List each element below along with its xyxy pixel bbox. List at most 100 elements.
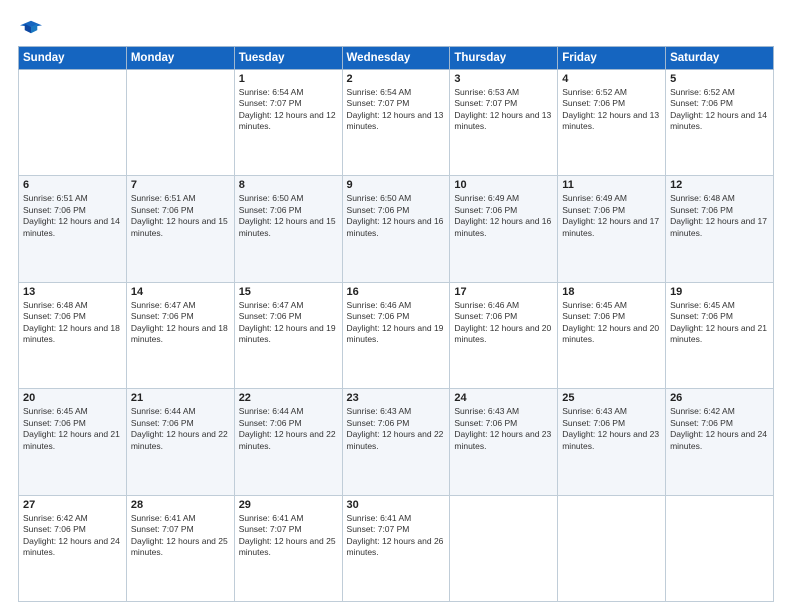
calendar-header-tuesday: Tuesday xyxy=(234,47,342,70)
day-number: 28 xyxy=(131,499,230,511)
day-number: 6 xyxy=(23,179,122,191)
calendar-cell: 29 Sunrise: 6:41 AM Sunset: 7:07 PM Dayli… xyxy=(234,495,342,601)
day-info: Sunrise: 6:43 AM Sunset: 7:06 PM Dayligh… xyxy=(562,406,661,452)
header xyxy=(18,18,774,36)
calendar-header-thursday: Thursday xyxy=(450,47,558,70)
calendar-header-wednesday: Wednesday xyxy=(342,47,450,70)
calendar-header-monday: Monday xyxy=(126,47,234,70)
calendar-cell: 26 Sunrise: 6:42 AM Sunset: 7:06 PM Dayli… xyxy=(666,389,774,495)
calendar-table: SundayMondayTuesdayWednesdayThursdayFrid… xyxy=(18,46,774,602)
calendar-cell: 11 Sunrise: 6:49 AM Sunset: 7:06 PM Dayli… xyxy=(558,176,666,282)
day-number: 9 xyxy=(347,179,446,191)
day-number: 24 xyxy=(454,392,553,404)
day-info: Sunrise: 6:42 AM Sunset: 7:06 PM Dayligh… xyxy=(23,513,122,559)
calendar-cell xyxy=(450,495,558,601)
day-number: 22 xyxy=(239,392,338,404)
day-number: 14 xyxy=(131,286,230,298)
calendar-cell: 24 Sunrise: 6:43 AM Sunset: 7:06 PM Dayli… xyxy=(450,389,558,495)
day-number: 12 xyxy=(670,179,769,191)
day-number: 8 xyxy=(239,179,338,191)
day-info: Sunrise: 6:42 AM Sunset: 7:06 PM Dayligh… xyxy=(670,406,769,452)
day-number: 13 xyxy=(23,286,122,298)
day-number: 21 xyxy=(131,392,230,404)
calendar-cell: 6 Sunrise: 6:51 AM Sunset: 7:06 PM Daylig… xyxy=(19,176,127,282)
calendar-cell xyxy=(126,70,234,176)
day-info: Sunrise: 6:52 AM Sunset: 7:06 PM Dayligh… xyxy=(562,87,661,133)
day-info: Sunrise: 6:45 AM Sunset: 7:06 PM Dayligh… xyxy=(670,300,769,346)
day-info: Sunrise: 6:48 AM Sunset: 7:06 PM Dayligh… xyxy=(23,300,122,346)
day-number: 7 xyxy=(131,179,230,191)
day-info: Sunrise: 6:50 AM Sunset: 7:06 PM Dayligh… xyxy=(347,193,446,239)
calendar-cell: 27Sunrise: 6:42 AM Sunset: 7:06 PM Dayli… xyxy=(19,495,127,601)
day-info: Sunrise: 6:53 AM Sunset: 7:07 PM Dayligh… xyxy=(454,87,553,133)
day-info: Sunrise: 6:45 AM Sunset: 7:06 PM Dayligh… xyxy=(562,300,661,346)
calendar-cell: 15 Sunrise: 6:47 AM Sunset: 7:06 PM Dayli… xyxy=(234,282,342,388)
day-number: 20 xyxy=(23,392,122,404)
calendar-header-friday: Friday xyxy=(558,47,666,70)
calendar-week-1: 1Sunrise: 6:54 AM Sunset: 7:07 PM Daylig… xyxy=(19,70,774,176)
day-number: 19 xyxy=(670,286,769,298)
calendar-cell: 28 Sunrise: 6:41 AM Sunset: 7:07 PM Dayli… xyxy=(126,495,234,601)
calendar-cell: 13 Sunrise: 6:48 AM Sunset: 7:06 PM Dayli… xyxy=(19,282,127,388)
calendar-header-row: SundayMondayTuesdayWednesdayThursdayFrid… xyxy=(19,47,774,70)
day-number: 17 xyxy=(454,286,553,298)
day-number: 4 xyxy=(562,73,661,85)
calendar-cell xyxy=(666,495,774,601)
calendar-cell: 20 Sunrise: 6:45 AM Sunset: 7:06 PM Dayli… xyxy=(19,389,127,495)
calendar-cell: 12 Sunrise: 6:48 AM Sunset: 7:06 PM Dayli… xyxy=(666,176,774,282)
day-info: Sunrise: 6:51 AM Sunset: 7:06 PM Dayligh… xyxy=(131,193,230,239)
day-number: 25 xyxy=(562,392,661,404)
calendar-cell: 25 Sunrise: 6:43 AM Sunset: 7:06 PM Dayli… xyxy=(558,389,666,495)
logo xyxy=(18,18,44,36)
day-info: Sunrise: 6:45 AM Sunset: 7:06 PM Dayligh… xyxy=(23,406,122,452)
day-number: 23 xyxy=(347,392,446,404)
calendar-cell: 8 Sunrise: 6:50 AM Sunset: 7:06 PM Daylig… xyxy=(234,176,342,282)
day-info: Sunrise: 6:43 AM Sunset: 7:06 PM Dayligh… xyxy=(347,406,446,452)
day-number: 29 xyxy=(239,499,338,511)
day-info: Sunrise: 6:48 AM Sunset: 7:06 PM Dayligh… xyxy=(670,193,769,239)
day-info: Sunrise: 6:50 AM Sunset: 7:06 PM Dayligh… xyxy=(239,193,338,239)
calendar-cell xyxy=(19,70,127,176)
calendar-cell: 4 Sunrise: 6:52 AM Sunset: 7:06 PM Daylig… xyxy=(558,70,666,176)
calendar-cell: 7 Sunrise: 6:51 AM Sunset: 7:06 PM Daylig… xyxy=(126,176,234,282)
day-info: Sunrise: 6:49 AM Sunset: 7:06 PM Dayligh… xyxy=(562,193,661,239)
day-info: Sunrise: 6:41 AM Sunset: 7:07 PM Dayligh… xyxy=(347,513,446,559)
day-number: 11 xyxy=(562,179,661,191)
day-info: Sunrise: 6:49 AM Sunset: 7:06 PM Dayligh… xyxy=(454,193,553,239)
day-info: Sunrise: 6:47 AM Sunset: 7:06 PM Dayligh… xyxy=(131,300,230,346)
calendar-week-4: 20 Sunrise: 6:45 AM Sunset: 7:06 PM Dayli… xyxy=(19,389,774,495)
calendar-cell: 23 Sunrise: 6:43 AM Sunset: 7:06 PM Dayli… xyxy=(342,389,450,495)
day-info: Sunrise: 6:41 AM Sunset: 7:07 PM Dayligh… xyxy=(131,513,230,559)
calendar-cell: 17Sunrise: 6:46 AM Sunset: 7:06 PM Dayli… xyxy=(450,282,558,388)
day-number: 18 xyxy=(562,286,661,298)
calendar-cell xyxy=(558,495,666,601)
calendar-header-sunday: Sunday xyxy=(19,47,127,70)
calendar-cell: 2Sunrise: 6:54 AM Sunset: 7:07 PM Daylig… xyxy=(342,70,450,176)
day-info: Sunrise: 6:51 AM Sunset: 7:06 PM Dayligh… xyxy=(23,193,122,239)
day-info: Sunrise: 6:43 AM Sunset: 7:06 PM Dayligh… xyxy=(454,406,553,452)
calendar-cell: 21Sunrise: 6:44 AM Sunset: 7:06 PM Dayli… xyxy=(126,389,234,495)
day-info: Sunrise: 6:41 AM Sunset: 7:07 PM Dayligh… xyxy=(239,513,338,559)
day-info: Sunrise: 6:46 AM Sunset: 7:06 PM Dayligh… xyxy=(347,300,446,346)
calendar-cell: 19 Sunrise: 6:45 AM Sunset: 7:06 PM Dayli… xyxy=(666,282,774,388)
calendar-cell: 18 Sunrise: 6:45 AM Sunset: 7:06 PM Dayli… xyxy=(558,282,666,388)
day-number: 15 xyxy=(239,286,338,298)
day-info: Sunrise: 6:52 AM Sunset: 7:06 PM Dayligh… xyxy=(670,87,769,133)
calendar-cell: 10 Sunrise: 6:49 AM Sunset: 7:06 PM Dayli… xyxy=(450,176,558,282)
calendar-week-2: 6 Sunrise: 6:51 AM Sunset: 7:06 PM Daylig… xyxy=(19,176,774,282)
calendar-cell: 16 Sunrise: 6:46 AM Sunset: 7:06 PM Dayli… xyxy=(342,282,450,388)
day-info: Sunrise: 6:54 AM Sunset: 7:07 PM Dayligh… xyxy=(239,87,338,133)
calendar-cell: 3Sunrise: 6:53 AM Sunset: 7:07 PM Daylig… xyxy=(450,70,558,176)
calendar-cell: 14 Sunrise: 6:47 AM Sunset: 7:06 PM Dayli… xyxy=(126,282,234,388)
day-number: 10 xyxy=(454,179,553,191)
day-number: 30 xyxy=(347,499,446,511)
calendar-week-5: 27Sunrise: 6:42 AM Sunset: 7:06 PM Dayli… xyxy=(19,495,774,601)
calendar-header-saturday: Saturday xyxy=(666,47,774,70)
day-number: 16 xyxy=(347,286,446,298)
calendar-cell: 9 Sunrise: 6:50 AM Sunset: 7:06 PM Daylig… xyxy=(342,176,450,282)
day-info: Sunrise: 6:54 AM Sunset: 7:07 PM Dayligh… xyxy=(347,87,446,133)
calendar-week-3: 13 Sunrise: 6:48 AM Sunset: 7:06 PM Dayli… xyxy=(19,282,774,388)
day-number: 26 xyxy=(670,392,769,404)
day-info: Sunrise: 6:47 AM Sunset: 7:06 PM Dayligh… xyxy=(239,300,338,346)
page: SundayMondayTuesdayWednesdayThursdayFrid… xyxy=(0,0,792,612)
